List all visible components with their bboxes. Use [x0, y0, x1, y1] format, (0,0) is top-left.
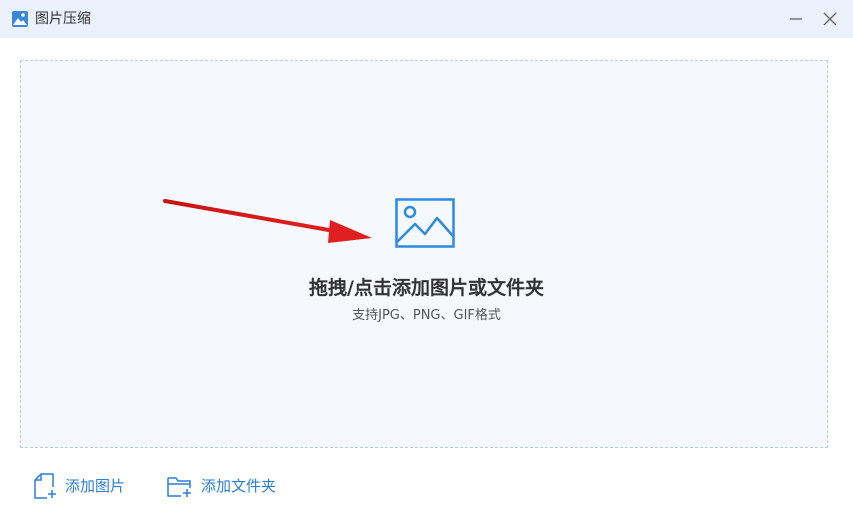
add-folder-icon — [167, 477, 191, 497]
image-icon — [395, 198, 455, 248]
drop-zone-title: 拖拽/点击添加图片或文件夹 — [309, 277, 544, 299]
add-file-icon — [34, 473, 56, 499]
add-image-button[interactable]: 添加图片 — [33, 472, 125, 500]
window-title: 图片压缩 — [35, 11, 91, 27]
supported-formats-text: 支持JPG、PNG、GIF格式 — [352, 308, 501, 323]
drop-zone[interactable] — [20, 60, 828, 448]
close-icon — [823, 12, 837, 26]
close-button[interactable] — [815, 4, 845, 34]
add-folder-button[interactable]: 添加文件夹 — [167, 472, 276, 500]
add-image-label: 添加图片 — [65, 477, 126, 495]
minimize-button[interactable] — [781, 4, 811, 34]
image-compress-window: 图片压缩 拖拽/点击添加图片或文件夹 支持JPG、PNG、GIF格式 添加图片 … — [0, 0, 853, 509]
add-folder-label: 添加文件夹 — [201, 477, 277, 495]
minimize-icon — [790, 18, 802, 20]
image-app-icon — [11, 10, 29, 28]
title-bar: 图片压缩 — [0, 0, 853, 38]
